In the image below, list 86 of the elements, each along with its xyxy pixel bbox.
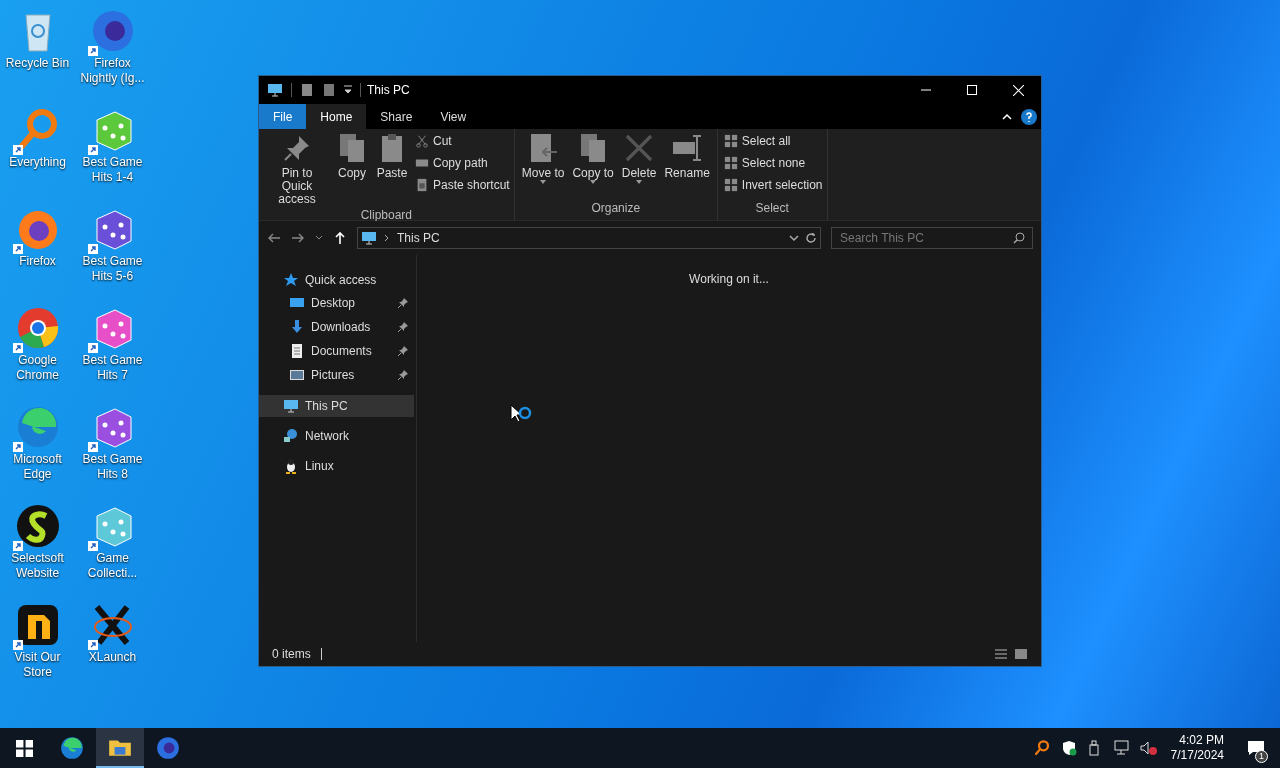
close-icon [1012,84,1024,96]
network-icon [283,428,299,444]
grid-icon [723,134,738,148]
ribbon-button[interactable]: Paste [373,132,411,206]
back-icon[interactable] [267,231,281,245]
nav-item[interactable]: Desktop [259,291,416,315]
shortcut-arrow-icon [12,640,23,650]
ribbon-tab[interactable]: File [259,104,307,129]
dropdown-icon[interactable] [789,233,799,243]
ribbon-tab[interactable]: Home [306,104,367,129]
shortcut-arrow-icon [12,145,23,155]
ribbon-group-label: Clipboard [359,207,414,224]
speaker-muted-icon[interactable] [1138,740,1157,756]
status-text: 0 items [272,646,311,663]
ribbon-button[interactable]: Rename [661,132,713,199]
ribbon-button[interactable]: Move to [518,132,568,199]
details-view-icon[interactable] [994,648,1008,660]
taskbar-app[interactable] [96,728,144,768]
search-icon [1013,232,1025,244]
shortcut-arrow-icon [12,442,23,452]
ribbon-button[interactable]: Select all [723,132,823,150]
ribbon-button[interactable]: Paste shortcut [415,176,510,194]
ribbon-group-label: Select [754,200,790,217]
notification-count: 1 [1255,750,1268,763]
chevron-icon [383,234,391,242]
computer-icon [361,230,377,246]
star-icon [283,272,299,288]
ribbon-button[interactable]: Pin to Quick access [263,132,331,206]
grid-icon [723,156,738,170]
refresh-icon[interactable] [805,232,817,244]
forward-icon[interactable] [291,231,305,245]
windows-logo-icon [15,739,33,757]
ribbon-button[interactable]: Select none [723,154,823,172]
shortcut-arrow-icon [87,343,98,353]
loading-message: Working on it... [689,271,769,288]
ribbon-tab[interactable]: Share [366,104,427,129]
clock[interactable]: 4:02 PM 7/17/2024 [1166,733,1228,763]
shortcut-arrow-icon [87,46,98,56]
ribbon-button[interactable]: Delete [618,132,660,199]
shortcut-arrow-icon [87,145,98,155]
ribbon-group-label: Organize [590,200,642,217]
nav-item[interactable]: Documents [259,339,416,363]
ribbon-button[interactable]: Copy [333,132,371,206]
nav-item[interactable]: This PC [259,395,414,417]
computer-icon [283,398,299,414]
ribbon-button[interactable]: Cut [415,132,510,150]
shortcut-arrow-icon [12,244,23,254]
recent-dropdown-icon[interactable] [315,234,323,242]
tiles-view-icon[interactable] [1014,648,1028,660]
nav-item[interactable]: Linux [259,455,414,477]
shortcut-arrow-icon [87,640,98,650]
nav-item[interactable]: Downloads [259,315,416,339]
ribbon-button[interactable]: Copy path [415,154,510,172]
nav-item[interactable]: Network [259,425,414,447]
app-icon [59,735,85,761]
download-icon [289,319,305,335]
grid-icon [723,178,738,192]
nav-item[interactable]: Quick access [259,269,414,291]
app-icon [1032,739,1051,757]
window-title: This PC [367,82,410,99]
shortcut-arrow-icon [87,541,98,551]
shield-icon[interactable] [1060,740,1077,756]
ribbon-button[interactable]: Invert selection [723,176,823,194]
help-icon[interactable] [1021,108,1037,125]
scissors-icon [415,134,429,148]
shortcut-arrow-icon [87,244,98,254]
address-bar[interactable]: This PC [357,227,821,249]
usb-drive-icon[interactable] [1086,740,1101,756]
ribbon-button[interactable]: Copy to [569,132,617,199]
maximize-icon [967,85,977,95]
up-arrow-icon[interactable] [333,231,347,245]
shortcut-arrow-icon [87,442,98,452]
document-icon [289,343,305,359]
rename-icon [671,132,704,164]
computer-icon [267,82,283,98]
shortcut-arrow-icon [12,541,23,551]
ribbon-tab[interactable]: View [426,104,481,129]
shortcut-icon [415,178,429,192]
shortcut-arrow-icon [12,343,23,353]
picture-icon [289,367,305,383]
nav-item[interactable]: Pictures [259,363,416,387]
dropdown-icon[interactable] [342,84,354,96]
app-icon [155,735,181,761]
search-field[interactable]: Search This PC [831,227,1033,249]
notifications-button[interactable]: 1 [1238,728,1274,768]
penguin-icon [283,458,299,474]
